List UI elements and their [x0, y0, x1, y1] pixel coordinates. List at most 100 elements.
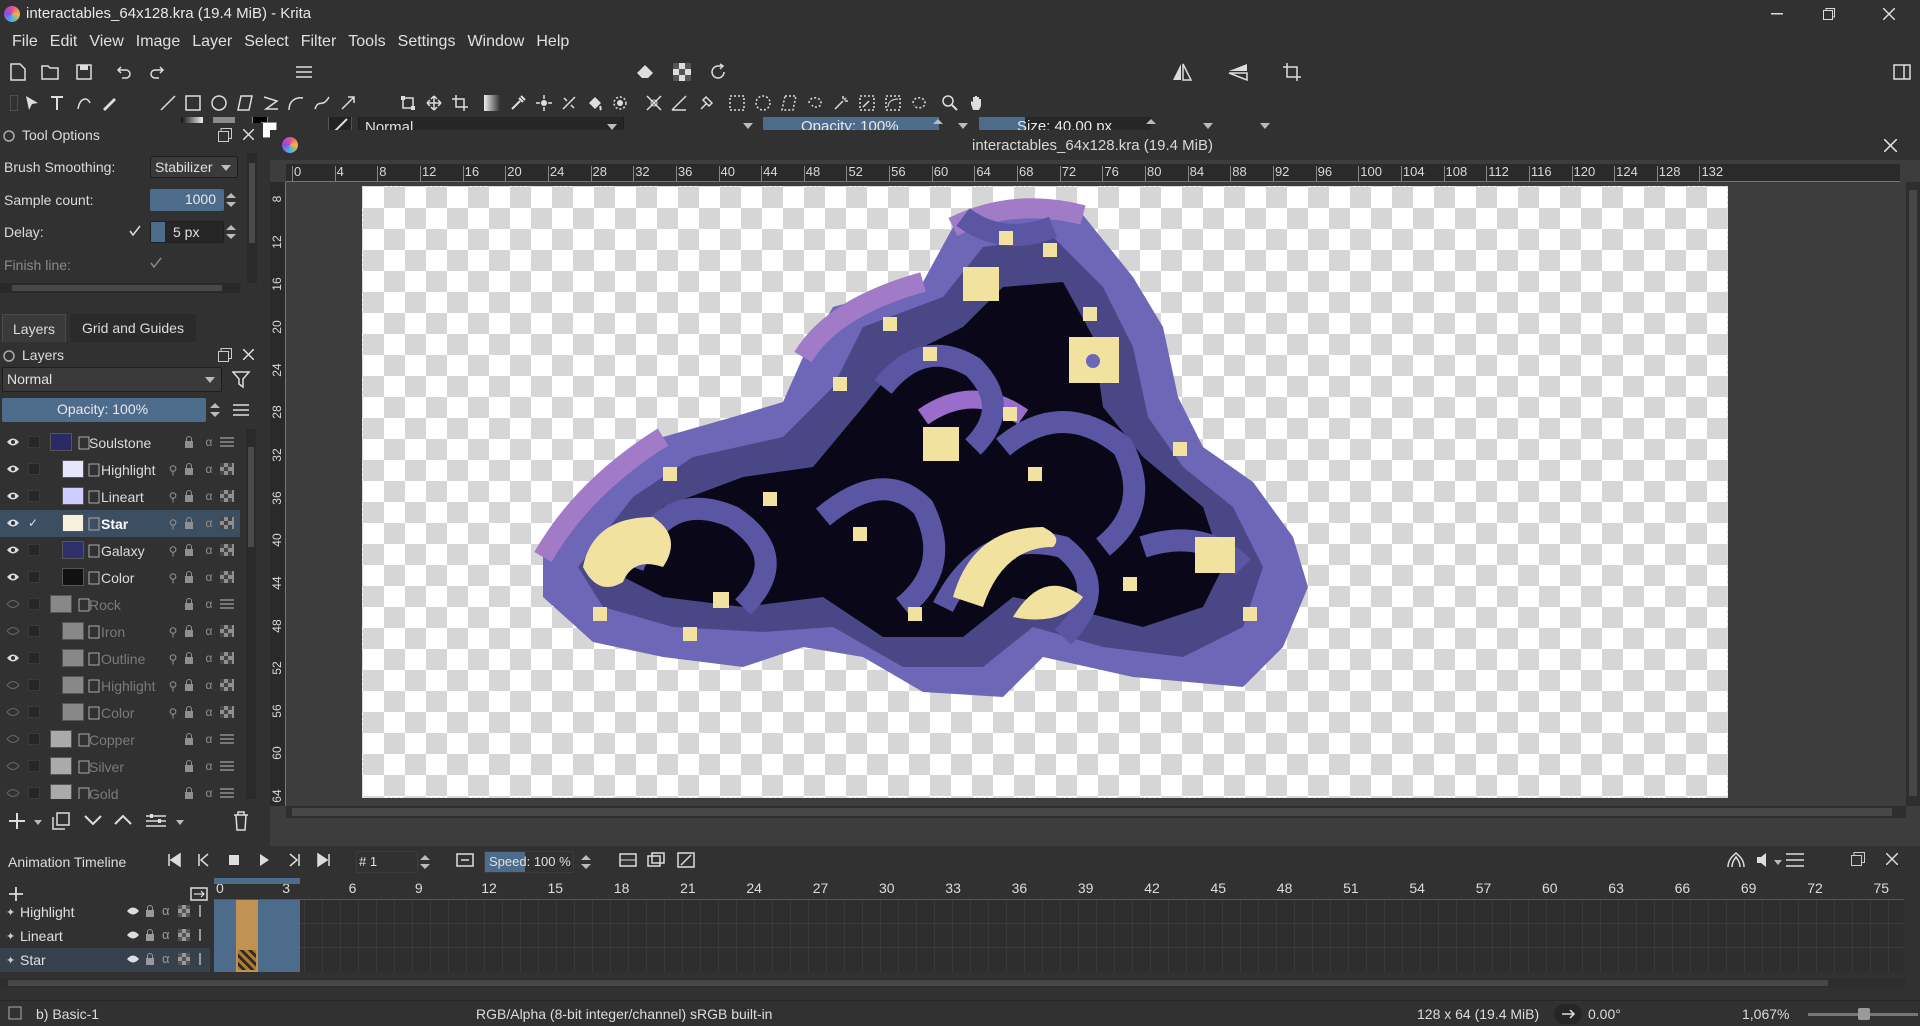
redo-icon[interactable]	[145, 60, 169, 84]
similar-color-selection-tool-icon[interactable]	[855, 91, 879, 115]
lock-icon[interactable]	[184, 625, 198, 639]
move-layer-down-icon[interactable]	[84, 814, 102, 826]
layer-select-checkbox[interactable]	[28, 706, 40, 718]
lock-icon[interactable]	[184, 490, 198, 504]
inherit-alpha-icon[interactable]	[166, 787, 180, 799]
lock-icon[interactable]	[184, 571, 198, 585]
ellipse-tool-icon[interactable]	[207, 91, 231, 115]
visibility-eye-icon[interactable]	[6, 653, 20, 663]
pin-icon[interactable]: ✦	[6, 954, 16, 967]
pin-track-icon[interactable]	[196, 953, 204, 965]
eraser-mode-icon[interactable]	[633, 60, 657, 84]
visibility-eye-icon[interactable]	[6, 626, 20, 636]
onion-skin-icon[interactable]	[220, 571, 234, 585]
pan-tool-icon[interactable]	[965, 91, 989, 115]
onion-skin-icon[interactable]	[220, 625, 234, 639]
close-panel-icon[interactable]	[243, 349, 254, 360]
audio-icon[interactable]	[1756, 852, 1772, 868]
onion-skin-icon[interactable]	[220, 490, 234, 504]
move-tool-icon[interactable]	[422, 91, 446, 115]
inherit-alpha-icon[interactable]: ⚲	[166, 490, 180, 504]
pass-through-icon[interactable]	[220, 436, 234, 450]
gradient-tool-icon[interactable]	[480, 91, 504, 115]
inherit-alpha-icon[interactable]: ⚲	[166, 463, 180, 477]
lock-icon[interactable]	[184, 463, 198, 477]
onion-skins-icon[interactable]	[1726, 851, 1746, 869]
alpha-lock-icon[interactable]: α	[202, 786, 216, 799]
finish-line-checkbox[interactable]	[150, 257, 162, 269]
alpha-lock-icon[interactable]: α	[162, 927, 170, 942]
pass-through-icon[interactable]	[220, 598, 234, 612]
tab-grid-and-guides[interactable]: Grid and Guides	[70, 314, 196, 342]
play-icon[interactable]	[256, 852, 272, 868]
layer-select-checkbox[interactable]	[28, 571, 40, 583]
lock-icon[interactable]	[184, 679, 198, 693]
polyline-tool-icon[interactable]	[259, 91, 283, 115]
playback-speed-slider[interactable]: Speed: 100 %	[484, 851, 574, 873]
delete-layer-icon[interactable]	[233, 811, 249, 831]
calligraphy-tool-icon[interactable]	[97, 91, 121, 115]
lock-icon[interactable]	[184, 544, 198, 558]
freehand-path-tool-icon[interactable]	[310, 91, 334, 115]
layer-row[interactable]: Color ⚲ α	[0, 699, 240, 726]
tool-options-scrollbar[interactable]	[247, 153, 257, 283]
edit-shapes-tool-icon[interactable]	[72, 91, 96, 115]
layer-select-checkbox[interactable]	[28, 436, 40, 448]
layer-row[interactable]: Color ⚲ α	[0, 564, 240, 591]
layer-row[interactable]: Gold α	[0, 780, 240, 799]
lock-icon[interactable]	[184, 760, 198, 774]
alpha-lock-icon[interactable]: α	[202, 759, 216, 773]
lock-icon[interactable]	[184, 787, 198, 799]
menu-file[interactable]: File	[6, 33, 44, 51]
inherit-alpha-icon[interactable]	[166, 760, 180, 774]
visibility-eye-icon[interactable]	[126, 929, 140, 941]
reload-preset-icon[interactable]	[706, 60, 730, 84]
layer-list-scrollbar[interactable]	[246, 429, 256, 799]
canvas-hscrollbar[interactable]	[286, 806, 1906, 818]
line-tool-icon[interactable]	[156, 91, 180, 115]
elliptical-selection-tool-icon[interactable]	[751, 91, 775, 115]
colorize-mask-tool-icon[interactable]	[532, 91, 556, 115]
new-document-icon[interactable]	[6, 60, 30, 84]
inherit-alpha-icon[interactable]: ⚲	[166, 571, 180, 585]
speed-spin-arrows[interactable]	[581, 852, 591, 872]
menu-view[interactable]: View	[83, 33, 129, 51]
chevron-down-icon[interactable]	[1774, 860, 1782, 865]
inherit-alpha-icon[interactable]: ⚲	[166, 679, 180, 693]
layer-select-checkbox[interactable]: ✓	[28, 517, 40, 529]
inherit-alpha-icon[interactable]: ⚲	[166, 544, 180, 558]
assistant-tool-icon[interactable]	[642, 91, 666, 115]
contiguous-selection-tool-icon[interactable]	[829, 91, 853, 115]
menu-settings[interactable]: Settings	[392, 33, 462, 51]
layer-row[interactable]: Rock α	[0, 591, 240, 618]
drop-frames-icon[interactable]	[456, 851, 474, 869]
last-frame-icon[interactable]	[316, 852, 332, 868]
visibility-eye-icon[interactable]	[6, 734, 20, 744]
lock-icon[interactable]	[184, 706, 198, 720]
close-window-button[interactable]	[1874, 2, 1904, 26]
alpha-lock-icon[interactable]: α	[202, 543, 216, 557]
alpha-lock-icon[interactable]: α	[202, 597, 216, 611]
preserve-alpha-icon[interactable]	[670, 60, 694, 84]
chevron-down-icon[interactable]	[958, 123, 968, 129]
delay-spin-arrows[interactable]	[226, 222, 236, 242]
layer-opacity-spin-arrows[interactable]	[210, 400, 220, 420]
layer-select-checkbox[interactable]	[28, 463, 40, 475]
panel-lock-icon[interactable]	[3, 130, 15, 142]
layer-select-checkbox[interactable]	[28, 598, 40, 610]
close-document-icon[interactable]	[1884, 139, 1897, 152]
zoom-tool-icon[interactable]	[938, 91, 962, 115]
visibility-eye-icon[interactable]	[6, 464, 20, 474]
lock-icon[interactable]	[184, 733, 198, 747]
layer-row[interactable]: Iron ⚲ α	[0, 618, 240, 645]
onion-skin-icon[interactable]	[220, 706, 234, 720]
visibility-eye-icon[interactable]	[6, 491, 20, 501]
layer-row[interactable]: Silver α	[0, 753, 240, 780]
visibility-eye-icon[interactable]	[6, 545, 20, 555]
track-lineart[interactable]: ✦ Lineart α	[0, 924, 210, 948]
save-icon[interactable]	[72, 60, 96, 84]
zoom-slider[interactable]	[1808, 1008, 1918, 1020]
dynamic-brush-tool-icon[interactable]	[336, 91, 360, 115]
mirror-horizontal-icon[interactable]	[1170, 60, 1194, 84]
menu-image[interactable]: Image	[130, 33, 186, 51]
